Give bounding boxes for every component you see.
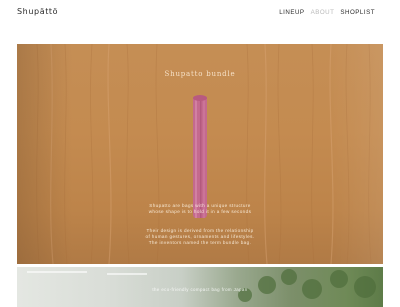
- site-logo[interactable]: Shupättö: [17, 7, 58, 16]
- site-header: Shupättö LINEUP ABOUT SHOPLIST: [0, 0, 400, 28]
- folded-bag: [193, 95, 207, 218]
- hero-image: Shupatto bundle Shupatto are bags with a…: [17, 44, 383, 264]
- nav-about[interactable]: ABOUT: [311, 9, 335, 16]
- hero-title: Shupatto bundle: [164, 70, 236, 78]
- nav-lineup[interactable]: LINEUP: [279, 9, 304, 16]
- hero-caption-design: Their design is derived from the relatio…: [17, 228, 383, 247]
- caption-line: whose shape is to hold it in a few secon…: [148, 209, 252, 215]
- hero-caption-intro: Shupatto are bags with a unique structur…: [17, 203, 383, 215]
- caption-line: The inventors named the term bundle bag.: [148, 240, 252, 246]
- nav-shoplist[interactable]: SHOPLIST: [340, 9, 375, 16]
- secondary-banner-image: the eco-friendly compact bag from Japan: [17, 267, 383, 307]
- main-nav: LINEUP ABOUT SHOPLIST: [279, 9, 375, 16]
- banner-text: the eco-friendly compact bag from Japan: [152, 287, 248, 292]
